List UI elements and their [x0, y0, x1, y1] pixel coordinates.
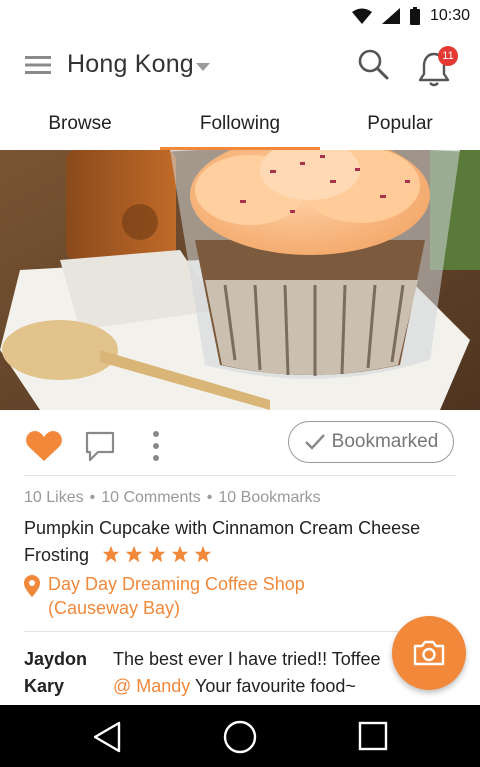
more-options-icon[interactable] — [150, 430, 162, 462]
post-photo[interactable] — [0, 150, 480, 410]
user-mention[interactable]: @ Mandy — [113, 676, 190, 696]
notifications-button[interactable]: 11 — [418, 46, 458, 87]
recent-apps-icon[interactable] — [358, 721, 388, 751]
likes-count[interactable]: 10 Likes — [24, 489, 84, 506]
post-actions: Bookmarked — [0, 410, 480, 476]
tab-popular[interactable]: Popular — [320, 100, 480, 150]
bookmark-label: Bookmarked — [331, 431, 439, 452]
back-icon[interactable] — [92, 721, 122, 753]
home-icon[interactable] — [222, 719, 258, 755]
location-name[interactable]: Day Day Dreaming Coffee Shop (Causeway B… — [48, 572, 438, 620]
search-icon[interactable] — [357, 48, 389, 80]
star-icon — [171, 545, 189, 563]
heart-icon[interactable] — [25, 430, 63, 462]
app-bar: Hong Kong 11 — [0, 32, 480, 100]
bookmarks-count[interactable]: 10 Bookmarks — [218, 489, 320, 506]
camera-icon — [413, 640, 445, 666]
star-icon — [148, 545, 166, 563]
wifi-icon — [351, 8, 372, 24]
notification-badge: 11 — [438, 46, 458, 66]
tab-bar: Browse Following Popular — [0, 100, 480, 150]
status-bar: 10:30 — [0, 0, 480, 32]
rating-stars — [102, 544, 217, 571]
comments-count[interactable]: 10 Comments — [101, 489, 201, 506]
status-time: 10:30 — [429, 7, 470, 24]
cellular-signal-icon — [381, 8, 400, 24]
comment-text: The best ever I have tried!! Toffee — [113, 649, 381, 669]
checkmark-icon — [304, 434, 325, 450]
comment-user[interactable]: Kary — [24, 676, 64, 697]
tab-following[interactable]: Following — [160, 100, 320, 150]
comment-icon[interactable] — [84, 430, 116, 462]
system-nav-bar — [0, 705, 480, 767]
camera-fab-button[interactable] — [392, 616, 466, 690]
star-icon — [125, 545, 143, 563]
cupcake-photo — [0, 150, 480, 410]
battery-icon — [409, 7, 420, 25]
post-title-line2: Frosting — [24, 545, 90, 565]
bookmark-button[interactable]: Bookmarked — [288, 421, 454, 463]
chevron-down-icon[interactable] — [196, 63, 210, 71]
comment-text: Your favourite food~ — [190, 676, 356, 696]
divider — [24, 631, 456, 632]
tab-browse[interactable]: Browse — [0, 100, 160, 150]
hamburger-menu-icon[interactable] — [25, 55, 51, 75]
star-icon — [102, 545, 120, 563]
post-stats: 10 Likes • 10 Comments • 10 Bookmarks — [24, 489, 321, 506]
divider — [24, 475, 456, 476]
city-selector[interactable]: Hong Kong — [67, 50, 194, 79]
post-title-line1: Pumpkin Cupcake with Cinnamon Cream Chee… — [24, 518, 421, 538]
location-pin-icon — [24, 575, 40, 597]
comment-user[interactable]: Jaydon — [24, 649, 87, 670]
star-icon — [194, 545, 212, 563]
post-title: Pumpkin Cupcake with Cinnamon Cream Chee… — [24, 515, 454, 571]
